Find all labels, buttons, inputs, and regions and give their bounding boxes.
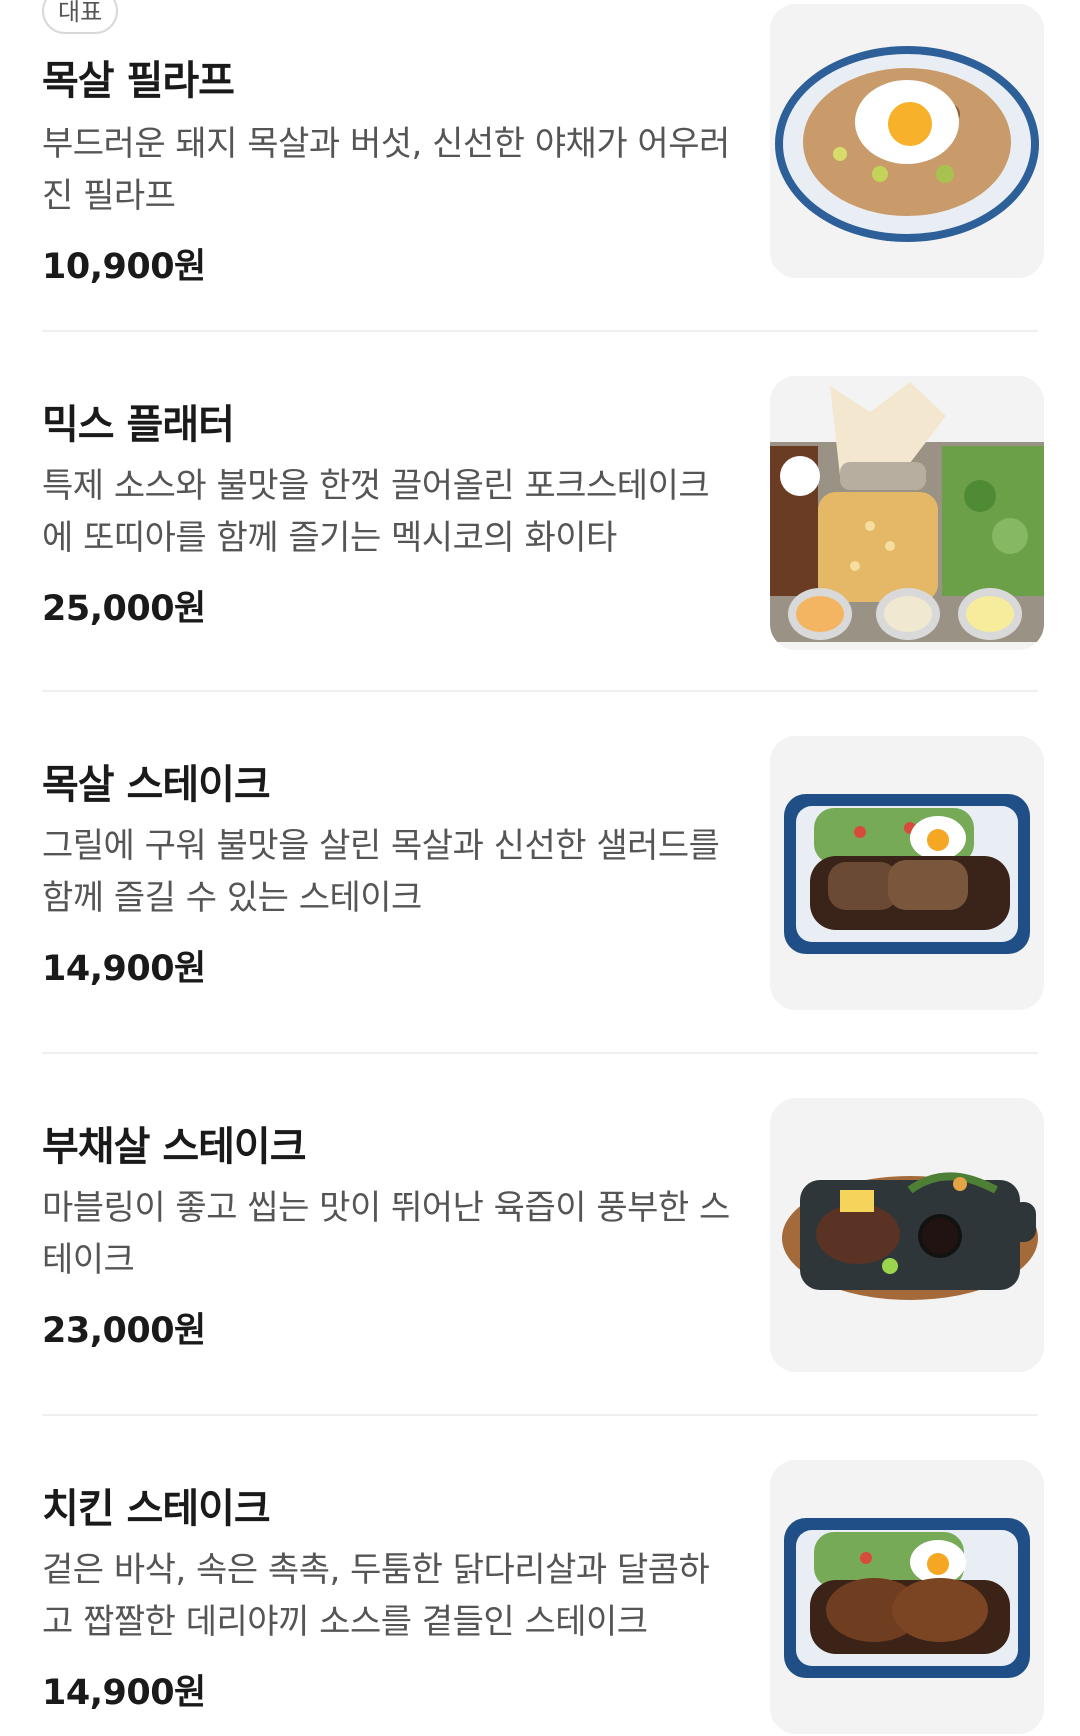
menu-item-name: 믹스 플래터 <box>42 402 235 448</box>
menu-item-price: 14,900원 <box>42 1673 206 1713</box>
divider <box>42 1052 1038 1054</box>
menu-item-price: 10,900원 <box>42 247 206 287</box>
menu-item-price: 14,900원 <box>42 949 206 989</box>
menu-item-description: 겉은 바삭, 속은 촉촉, 두툼한 닭다리살과 달콤하고 짭짤한 데리야끼 소스… <box>42 1550 710 1642</box>
platter-photo[interactable] <box>770 376 1044 650</box>
menu-item-name: 목살 스테이크 <box>42 762 271 808</box>
pilaf-photo[interactable] <box>770 4 1044 278</box>
representative-badge: 대표 <box>42 0 119 34</box>
menu-item-price: 23,000원 <box>42 1311 206 1351</box>
menu-item-description: 마블링이 좋고 씹는 맛이 뛰어난 육즙이 풍부한 스테이크 <box>42 1188 730 1280</box>
menu-item-name: 목살 필라프 <box>42 58 235 104</box>
divider <box>42 1414 1038 1416</box>
divider <box>42 330 1038 332</box>
chicken-steak-photo[interactable] <box>770 1460 1044 1734</box>
menu-item-name: 치킨 스테이크 <box>42 1486 271 1532</box>
divider <box>42 690 1038 692</box>
pork-steak-photo[interactable] <box>770 736 1044 1010</box>
menu-item-description: 특제 소스와 불맛을 한껏 끌어올린 포크스테이크에 또띠아를 함께 즐기는 멕… <box>42 466 710 558</box>
menu-item-description: 그릴에 구워 불맛을 살린 목살과 신선한 샐러드를 함께 즐길 수 있는 스테… <box>42 826 720 918</box>
menu-item-price: 25,000원 <box>42 589 206 629</box>
beef-steak-photo[interactable] <box>770 1098 1044 1372</box>
menu-item-name: 부채살 스테이크 <box>42 1124 307 1170</box>
menu-item-description: 부드러운 돼지 목살과 버섯, 신선한 야채가 어우러진 필라프 <box>42 124 730 216</box>
